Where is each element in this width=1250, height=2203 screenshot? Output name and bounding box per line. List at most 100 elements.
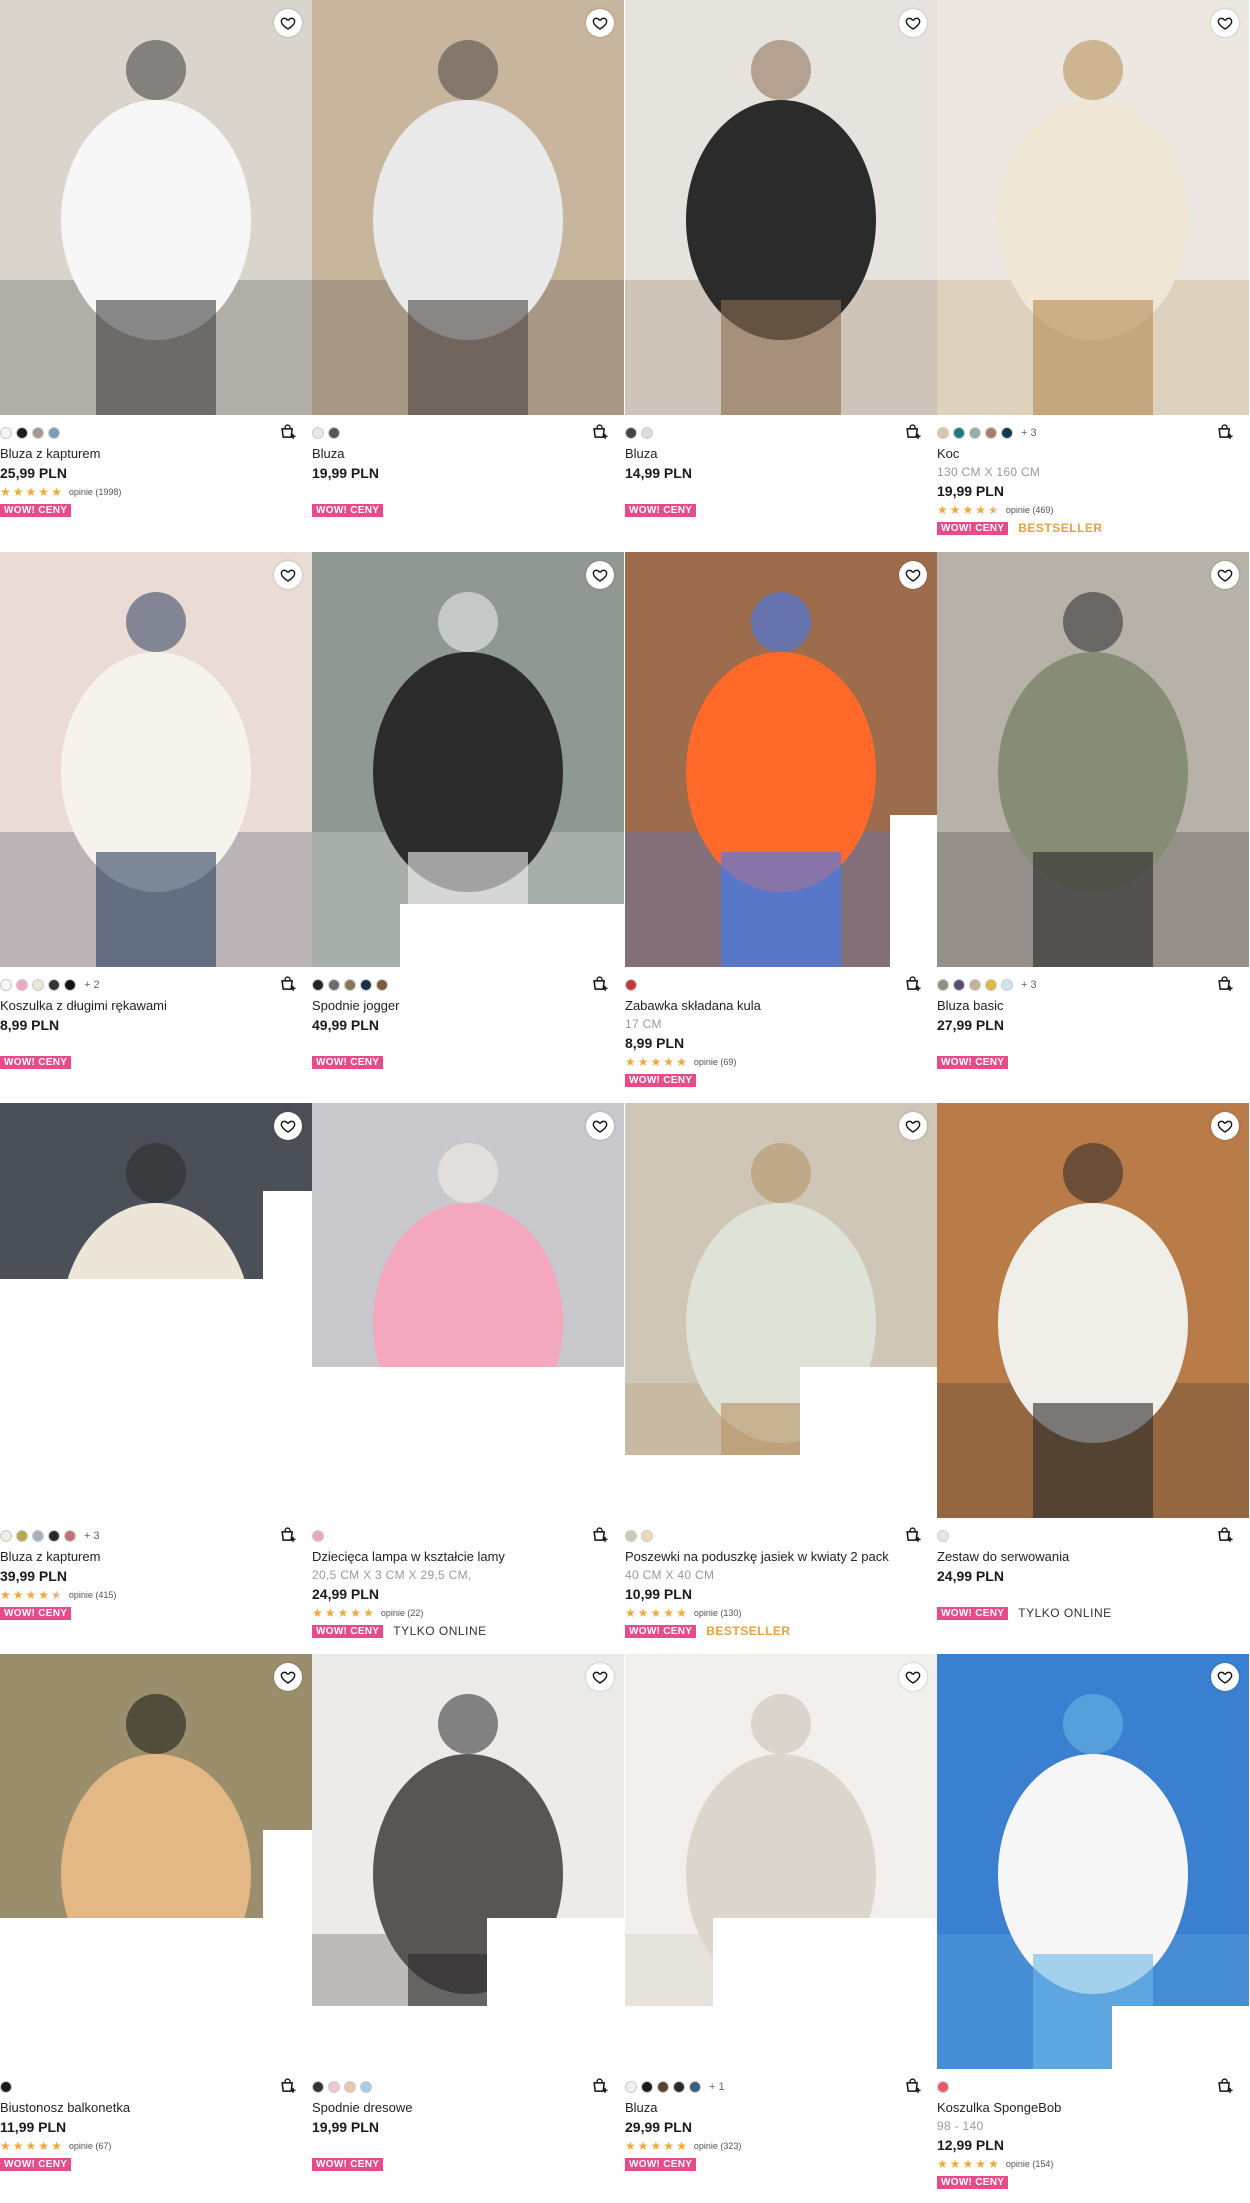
product-name[interactable]: Dziecięca lampa w kształcie lamy (312, 1549, 612, 1564)
product-image[interactable] (625, 552, 937, 967)
more-colors-count[interactable]: + 3 (84, 1530, 100, 1542)
add-to-cart-button[interactable] (1215, 2077, 1235, 2097)
add-to-cart-button[interactable] (903, 1526, 923, 1546)
color-swatch[interactable] (32, 427, 44, 439)
color-swatch[interactable] (953, 979, 965, 991)
product-name[interactable]: Koszulka SpongeBob (937, 2100, 1237, 2115)
color-swatch[interactable] (673, 2081, 685, 2093)
color-swatch[interactable] (48, 1530, 60, 1542)
color-swatch[interactable] (937, 1530, 949, 1542)
color-swatch[interactable] (689, 2081, 701, 2093)
product-card[interactable]: Koszulka SpongeBob 98 - 140 12,99 PLN ★ ★ ★ ★ ★… (937, 1654, 1249, 2189)
color-swatch[interactable] (1001, 427, 1013, 439)
favorite-button[interactable] (899, 1112, 927, 1140)
color-swatch[interactable] (0, 427, 12, 439)
color-swatch[interactable] (953, 427, 965, 439)
color-swatch[interactable] (625, 979, 637, 991)
product-image[interactable] (312, 0, 624, 415)
favorite-button[interactable] (1211, 561, 1239, 589)
color-swatch[interactable] (16, 979, 28, 991)
color-swatch[interactable] (376, 979, 388, 991)
color-swatch[interactable] (16, 1530, 28, 1542)
add-to-cart-button[interactable] (903, 423, 923, 443)
product-name[interactable]: Biustonosz balkonetka (0, 2100, 300, 2115)
color-swatch[interactable] (969, 427, 981, 439)
product-image[interactable] (312, 1103, 624, 1518)
product-card[interactable]: + 2 Koszulka z długimi rękawami 8,99 PLN WO… (0, 552, 312, 1069)
product-image[interactable] (312, 1654, 624, 2069)
color-swatch[interactable] (641, 2081, 653, 2093)
color-swatch[interactable] (625, 2081, 637, 2093)
review-count[interactable]: opinie (154) (1006, 2159, 1054, 2169)
product-name[interactable]: Poszewki na poduszkę jasiek w kwiaty 2 p… (625, 1549, 925, 1564)
product-image[interactable] (312, 552, 624, 967)
product-card[interactable]: + 3 Bluza basic 27,99 PLN WOW! CENY (937, 552, 1249, 1069)
color-swatch[interactable] (1001, 979, 1013, 991)
add-to-cart-button[interactable] (278, 975, 298, 995)
color-swatch[interactable] (641, 1530, 653, 1542)
color-swatch[interactable] (64, 1530, 76, 1542)
review-count[interactable]: opinie (22) (381, 1608, 424, 1618)
favorite-button[interactable] (586, 1663, 614, 1691)
review-count[interactable]: opinie (130) (694, 1608, 742, 1618)
color-swatch[interactable] (641, 427, 653, 439)
product-name[interactable]: Zestaw do serwowania (937, 1549, 1237, 1564)
review-count[interactable]: opinie (1998) (69, 487, 122, 497)
color-swatch[interactable] (937, 427, 949, 439)
color-swatch[interactable] (16, 427, 28, 439)
more-colors-count[interactable]: + 1 (709, 2081, 725, 2093)
product-name[interactable]: Koszulka z długimi rękawami (0, 998, 300, 1013)
product-name[interactable]: Zabawka składana kula (625, 998, 925, 1013)
product-name[interactable]: Spodnie jogger (312, 998, 612, 1013)
color-swatch[interactable] (625, 1530, 637, 1542)
product-card[interactable]: Bluza 14,99 PLN WOW! CENY (625, 0, 937, 517)
color-swatch[interactable] (937, 979, 949, 991)
color-swatch[interactable] (360, 979, 372, 991)
favorite-button[interactable] (274, 1663, 302, 1691)
more-colors-count[interactable]: + 2 (84, 979, 100, 991)
product-image[interactable] (937, 1654, 1249, 2069)
favorite-button[interactable] (899, 561, 927, 589)
product-card[interactable]: + 3 Bluza z kapturem 39,99 PLN ★ ★ ★ ★ ★ opinie … (0, 1103, 312, 1620)
color-swatch[interactable] (0, 2081, 12, 2093)
favorite-button[interactable] (586, 9, 614, 37)
add-to-cart-button[interactable] (278, 1526, 298, 1546)
review-count[interactable]: opinie (469) (1006, 505, 1054, 515)
more-colors-count[interactable]: + 3 (1021, 427, 1037, 439)
color-swatch[interactable] (312, 979, 324, 991)
product-card[interactable]: Zestaw do serwowania 24,99 PLN WOW! CENY TY… (937, 1103, 1249, 1620)
product-name[interactable]: Bluza z kapturem (0, 446, 300, 461)
add-to-cart-button[interactable] (590, 2077, 610, 2097)
product-card[interactable]: Poszewki na poduszkę jasiek w kwiaty 2 p… (625, 1103, 937, 1638)
product-image[interactable] (0, 0, 312, 415)
color-swatch[interactable] (360, 2081, 372, 2093)
color-swatch[interactable] (312, 1530, 324, 1542)
favorite-button[interactable] (274, 561, 302, 589)
product-card[interactable]: Spodnie dresowe 19,99 PLN WOW! CENY (312, 1654, 624, 2171)
color-swatch[interactable] (985, 427, 997, 439)
color-swatch[interactable] (344, 979, 356, 991)
add-to-cart-button[interactable] (903, 2077, 923, 2097)
product-name[interactable]: Bluza (625, 446, 925, 461)
favorite-button[interactable] (586, 1112, 614, 1140)
favorite-button[interactable] (899, 1663, 927, 1691)
review-count[interactable]: opinie (69) (694, 1057, 737, 1067)
favorite-button[interactable] (274, 9, 302, 37)
product-image[interactable] (625, 0, 937, 415)
color-swatch[interactable] (312, 427, 324, 439)
product-image[interactable] (937, 0, 1249, 415)
review-count[interactable]: opinie (67) (69, 2141, 112, 2151)
product-image[interactable] (0, 1103, 312, 1518)
color-swatch[interactable] (64, 979, 76, 991)
product-name[interactable]: Spodnie dresowe (312, 2100, 612, 2115)
more-colors-count[interactable]: + 3 (1021, 979, 1037, 991)
color-swatch[interactable] (625, 427, 637, 439)
favorite-button[interactable] (1211, 1112, 1239, 1140)
color-swatch[interactable] (32, 1530, 44, 1542)
favorite-button[interactable] (586, 561, 614, 589)
product-card[interactable]: + 3 Koc 130 CM X 160 CM 19,99 PLN ★ ★ ★ ★ ★ opini… (937, 0, 1249, 535)
product-image[interactable] (937, 1103, 1249, 1518)
color-swatch[interactable] (969, 979, 981, 991)
color-swatch[interactable] (328, 427, 340, 439)
color-swatch[interactable] (48, 427, 60, 439)
